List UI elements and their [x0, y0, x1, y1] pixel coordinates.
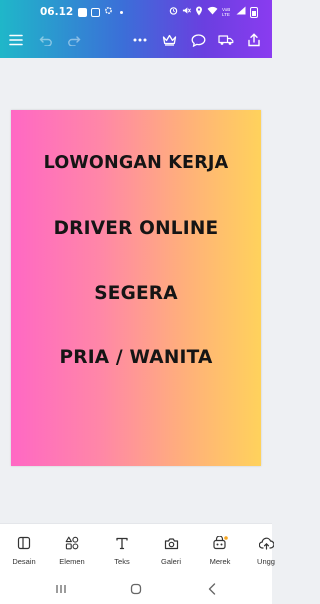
crown-icon[interactable] [159, 30, 179, 50]
status-bar: 06.12 VoB LTE [0, 0, 272, 24]
tab-unggah[interactable]: Ungg [243, 534, 289, 566]
mute-icon [182, 6, 191, 18]
home-icon[interactable] [127, 580, 145, 598]
tab-label: Teks [114, 557, 130, 566]
camera-icon [148, 534, 194, 552]
network-label: VoB LTE [222, 7, 231, 17]
undo-icon[interactable] [36, 30, 56, 50]
system-nav-bar [0, 573, 272, 604]
brand-icon [197, 534, 243, 552]
status-time: 06.12 [40, 6, 74, 18]
signal-icon [236, 6, 246, 18]
truck-icon[interactable] [216, 30, 236, 50]
design-text-line-3[interactable]: SEGERA [11, 283, 261, 304]
elements-icon [49, 534, 95, 552]
tab-label: Desain [12, 557, 36, 566]
bottom-tab-bar: Desain Elemen Teks Galeri Merek Ungg [0, 523, 275, 573]
tab-teks[interactable]: Teks [99, 534, 145, 566]
tab-merek[interactable]: Merek [197, 534, 243, 566]
design-page[interactable]: LOWONGAN KERJA DRIVER ONLINE SEGERA PRIA… [11, 110, 261, 466]
design-text-line-1[interactable]: LOWONGAN KERJA [11, 153, 261, 173]
tab-label: Galeri [160, 557, 181, 566]
design-text-line-4[interactable]: PRIA / WANITA [11, 347, 261, 368]
editor-toolbar [0, 26, 272, 54]
menu-icon[interactable] [6, 30, 26, 50]
wifi-icon [207, 6, 218, 18]
text-icon [99, 534, 145, 552]
tab-galeri[interactable]: Galeri [148, 534, 194, 566]
recent-apps-icon[interactable] [52, 580, 70, 598]
tab-label: Ungg [257, 557, 275, 566]
upload-icon [243, 534, 289, 552]
location-icon [195, 6, 203, 19]
top-bar: 06.12 VoB LTE [0, 0, 272, 58]
design-text-line-2[interactable]: DRIVER ONLINE [11, 218, 261, 239]
tab-elemen[interactable]: Elemen [49, 534, 95, 566]
more-icon[interactable] [130, 30, 150, 50]
tab-label: Elemen [59, 557, 85, 566]
dot-icon [120, 10, 124, 14]
share-icon[interactable] [244, 30, 264, 50]
tab-desain[interactable]: Desain [1, 534, 47, 566]
tab-label: Merek [209, 557, 231, 566]
back-icon[interactable] [203, 580, 221, 598]
gallery-icon [91, 7, 101, 17]
editor-canvas[interactable]: LOWONGAN KERJA DRIVER ONLINE SEGERA PRIA… [0, 58, 272, 523]
design-icon [1, 534, 47, 552]
alarm-icon [169, 6, 178, 18]
message-icon [78, 7, 88, 17]
settings-notification-icon [104, 6, 113, 18]
comment-icon[interactable] [188, 30, 208, 50]
battery-icon [250, 6, 258, 18]
redo-icon[interactable] [64, 30, 84, 50]
